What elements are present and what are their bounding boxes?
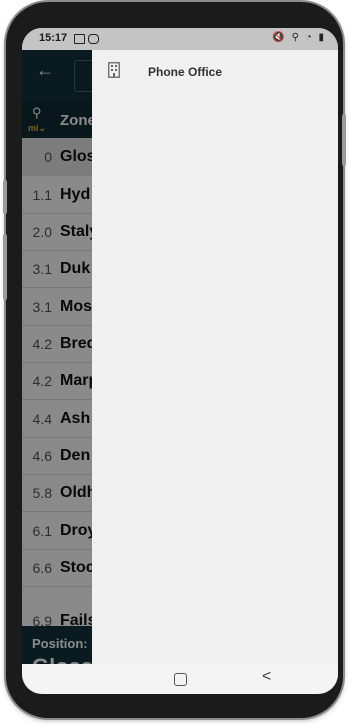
home-button[interactable] xyxy=(174,673,187,686)
status-time: 15:17 xyxy=(39,32,68,44)
back-button[interactable]: < xyxy=(262,668,271,686)
phone-frame: ← ⚲ mi⌄ Zone 0 Glos 1.1 Hyd 2.0 Staly 3. xyxy=(3,2,346,718)
bixby-button xyxy=(3,234,7,300)
status-bar: 15:17 🔇 ⚲ ◔ ▮ xyxy=(22,28,338,50)
status-icons: 🔇 ⚲ ◔ ▮ xyxy=(272,32,326,43)
power-button xyxy=(342,114,346,166)
system-nav-bar: < xyxy=(22,664,338,694)
building-icon xyxy=(108,62,120,78)
drawer-item-phone-office[interactable]: Phone Office xyxy=(92,50,338,98)
drawer-item-label: Phone Office xyxy=(148,65,223,79)
gallery-notification-icon xyxy=(74,34,85,44)
navigation-drawer: Phone Office xyxy=(92,50,338,664)
phone-screen: ← ⚲ mi⌄ Zone 0 Glos 1.1 Hyd 2.0 Staly 3. xyxy=(22,28,338,694)
volume-button xyxy=(3,180,7,214)
app-notification-icon xyxy=(88,34,99,44)
